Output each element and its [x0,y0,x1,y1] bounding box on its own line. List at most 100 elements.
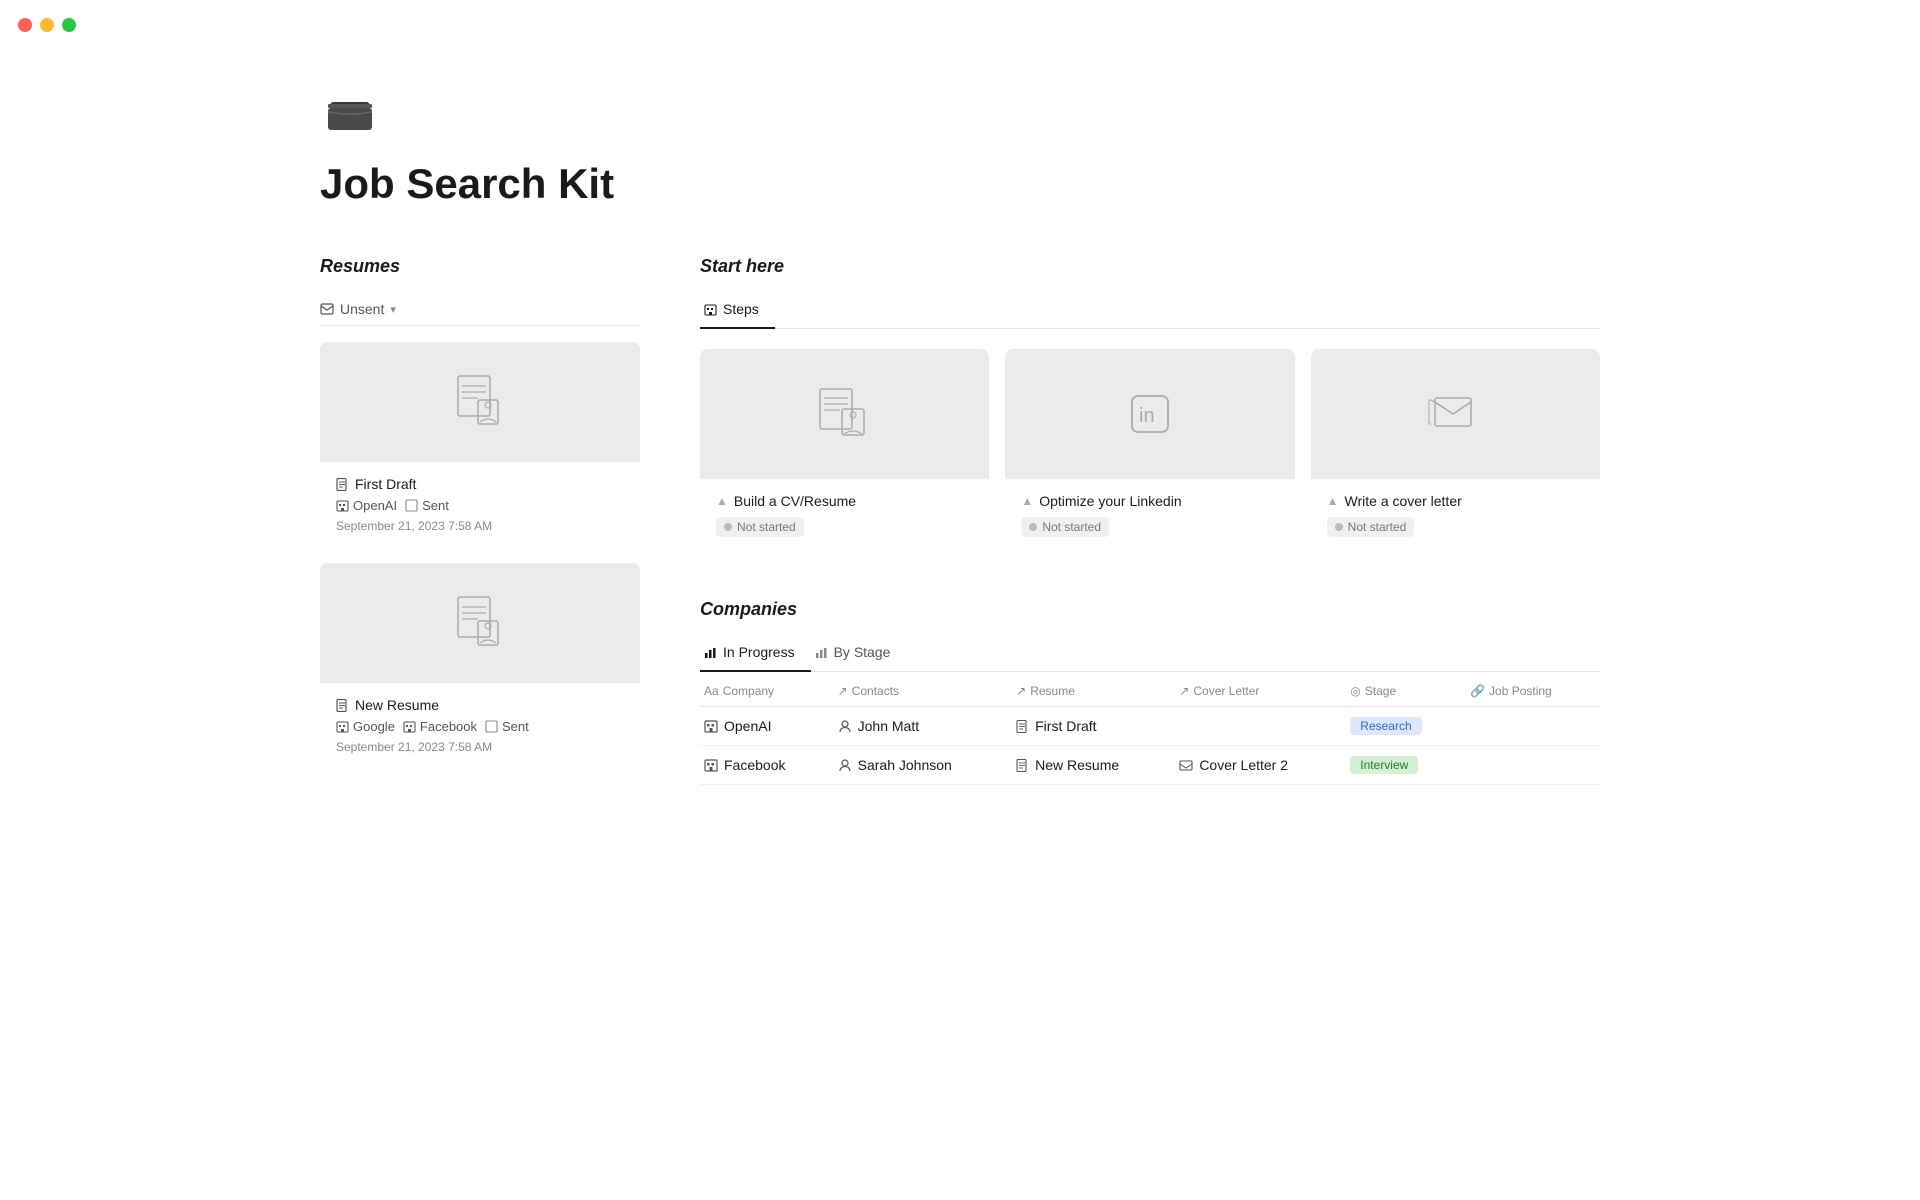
row-1-resume: First Draft [1012,707,1175,746]
resume-card-2-date: September 21, 2023 7:58 AM [336,740,624,754]
tab-by-stage[interactable]: By Stage [811,636,907,672]
table-row[interactable]: OpenAI John Matt [700,707,1600,746]
step-card-2[interactable]: in ▲ Optimize your Linkedin Not started [1005,349,1294,551]
resume-card-1-title: First Draft [336,476,624,492]
companies-table: Aa Company ↗ Contacts [700,672,1600,785]
step-1-status: Not started [716,517,804,537]
resumes-section: Resumes Unsent ▾ [320,256,640,784]
resume-doc-icon [450,372,510,432]
step-2-status-text: Not started [1042,520,1101,534]
col-cover-letter-prefix: ↗ [1179,684,1189,698]
companies-table-body: OpenAI John Matt [700,707,1600,785]
main-content: Job Search Kit Resumes Unsent ▾ [260,0,1660,845]
building-icon-3 [403,720,416,733]
companies-table-head: Aa Company ↗ Contacts [700,672,1600,707]
doc-icon-row2 [1016,759,1029,772]
col-contacts: ↗ Contacts [834,672,1012,707]
building-icon-1 [336,499,349,512]
svg-text:in: in [1139,405,1155,427]
row-2-resume: New Resume [1012,746,1175,785]
col-company-label: Company [723,684,774,698]
doc-icon-row1 [1016,720,1029,733]
resume-2-sent: Sent [485,719,529,734]
row-2-company-text: Facebook [724,757,785,773]
step-3-status: Not started [1327,517,1415,537]
step-3-title-text: Write a cover letter [1345,493,1462,509]
row-1-resume-text: First Draft [1035,718,1096,734]
tab-steps-label: Steps [723,301,759,317]
companies-header: Companies [700,599,1600,620]
contact-icon-row1 [838,719,852,733]
cover-letter-icon-row2 [1179,758,1193,772]
step-1-title-text: Build a CV/Resume [734,493,856,509]
resumes-filter[interactable]: Unsent ▾ [320,293,640,326]
col-resume: ↗ Resume [1012,672,1175,707]
resume-2-company-1-text: Google [353,719,395,734]
filter-label: Unsent [340,301,384,317]
step-2-body: ▲ Optimize your Linkedin Not started [1005,479,1294,551]
resume-card-1[interactable]: First Draft OpenAI [320,342,640,547]
resume-2-sent-text: Sent [502,719,529,734]
col-contacts-prefix: ↗ [838,684,848,698]
row-1-stage: Research [1346,707,1466,746]
row-1-company: OpenAI [700,707,834,746]
close-button[interactable] [18,18,32,32]
resume-card-2[interactable]: New Resume Google [320,563,640,768]
step-2-image: in [1005,349,1294,479]
resume-card-2-body: New Resume Google [320,683,640,768]
bar-chart-icon [704,646,717,659]
col-resume-prefix: ↗ [1016,684,1026,698]
resume-2-company-1: Google [336,719,395,734]
col-job-posting: 🔗 Job Posting [1466,672,1600,707]
row-2-stage: Interview [1346,746,1466,785]
step-1-status-dot [724,523,732,531]
step-2-status-dot [1029,523,1037,531]
linkedin-icon: in [1120,384,1180,444]
filter-chevron: ▾ [390,303,396,316]
col-resume-label: Resume [1030,684,1075,698]
tab-by-stage-label: By Stage [834,644,891,660]
row-2-resume-text: New Resume [1035,757,1119,773]
tab-in-progress[interactable]: In Progress [700,636,811,672]
step-1-status-text: Not started [737,520,796,534]
checkbox-icon-2 [485,720,498,733]
resumes-header: Resumes [320,256,640,277]
row-1-job-posting [1466,707,1600,746]
step-3-status-dot [1335,523,1343,531]
step-card-3[interactable]: ▲ Write a cover letter Not started [1311,349,1600,551]
col-cover-letter: ↗ Cover Letter [1175,672,1346,707]
building-icon-2 [336,720,349,733]
step-card-1[interactable]: ▲ Build a CV/Resume Not started [700,349,989,551]
row-1-contacts-text: John Matt [858,718,919,734]
row-1-cover-letter [1175,707,1346,746]
bar-chart-icon-2 [815,646,828,659]
maximize-button[interactable] [62,18,76,32]
col-job-posting-prefix: 🔗 [1470,684,1485,698]
doc-icon-2 [336,699,349,712]
resume-1-sent-text: Sent [422,498,449,513]
steps-tab-icon [704,303,717,316]
col-stage: ◎ Stage [1346,672,1466,707]
step-3-status-text: Not started [1348,520,1407,534]
steps-grid: ▲ Build a CV/Resume Not started [700,349,1600,551]
companies-view-tabs: In Progress By Stage [700,636,1600,672]
step-1-warning-icon: ▲ [716,494,728,508]
row-1-company-text: OpenAI [724,718,771,734]
step-3-body: ▲ Write a cover letter Not started [1311,479,1600,551]
resume-1-sent: Sent [405,498,449,513]
row-2-company: Facebook [700,746,834,785]
col-job-posting-label: Job Posting [1489,684,1552,698]
minimize-button[interactable] [40,18,54,32]
resume-2-company-2-text: Facebook [420,719,477,734]
cover-letter-icon [1425,384,1485,444]
table-row[interactable]: Facebook Sarah Johnson [700,746,1600,785]
step-3-image [1311,349,1600,479]
tab-steps[interactable]: Steps [700,293,775,329]
row-1-stage-badge: Research [1350,717,1421,735]
step-1-body: ▲ Build a CV/Resume Not started [700,479,989,551]
row-2-cover-letter: Cover Letter 2 [1175,746,1346,785]
step-3-title: ▲ Write a cover letter [1327,493,1584,509]
start-here-section: Start here Steps [700,256,1600,551]
building-icon-row2 [704,758,718,772]
tab-in-progress-label: In Progress [723,644,795,660]
